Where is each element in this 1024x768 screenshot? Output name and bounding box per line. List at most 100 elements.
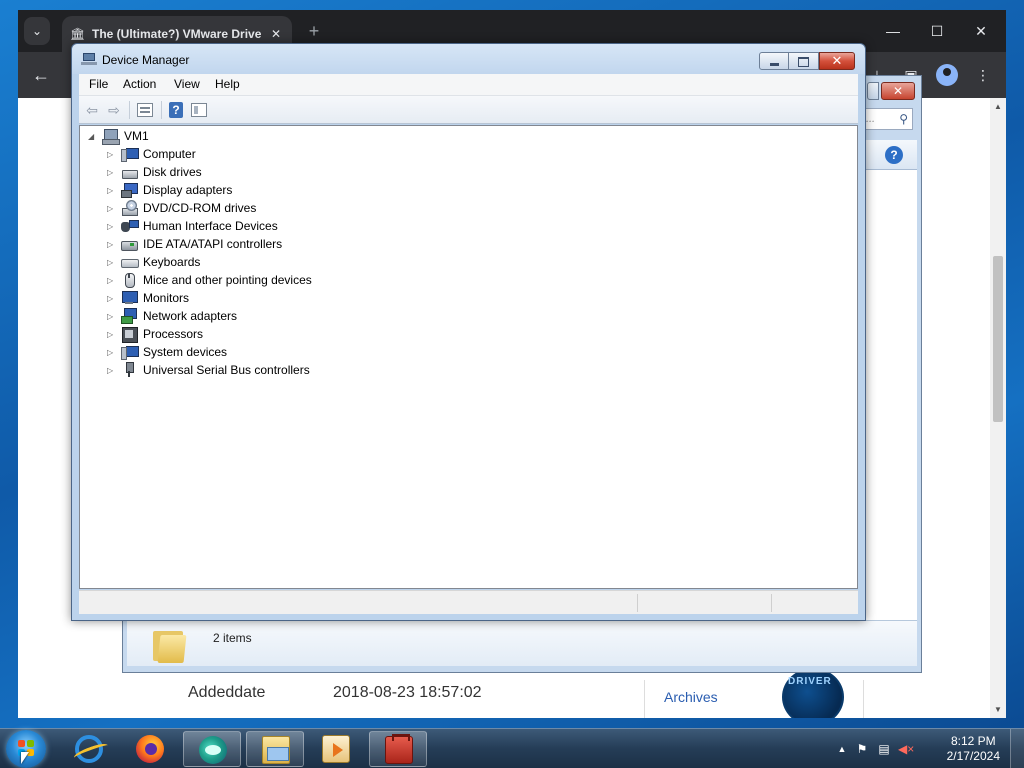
device-category-row[interactable]: ▷ IDE ATA/ATAPI controllers — [107, 235, 282, 253]
expand-triangle-icon[interactable]: ▷ — [107, 204, 117, 213]
taskbar-app[interactable] — [246, 731, 304, 767]
device-category-label: Display adapters — [143, 183, 233, 197]
monitor-icon — [121, 290, 138, 306]
mouse-icon — [121, 272, 137, 288]
taskbar-app[interactable] — [183, 731, 241, 767]
menu-help[interactable]: Help — [211, 77, 244, 91]
window-close-button[interactable]: ✕ — [958, 18, 1004, 44]
device-category-label: Universal Serial Bus controllers — [143, 363, 310, 377]
status-pane — [771, 594, 859, 612]
show-hidden-icons-icon[interactable]: ▲ — [834, 741, 850, 757]
device-category-label: IDE ATA/ATAPI controllers — [143, 237, 283, 251]
device-manager-window: Device Manager ✕ File Action View Help ⇦… — [71, 43, 866, 621]
title-bar[interactable]: Device Manager ✕ — [72, 44, 865, 74]
archives-link[interactable]: Archives — [664, 689, 718, 705]
status-pane — [637, 594, 771, 612]
expand-triangle-icon[interactable]: ▷ — [107, 222, 117, 231]
device-category-row[interactable]: ▷ System devices — [107, 343, 227, 361]
volume-muted-icon[interactable]: ◀× — [898, 741, 914, 757]
processor-icon — [121, 326, 138, 343]
tab-search-button[interactable]: ⌄ — [24, 17, 50, 45]
device-category-row[interactable]: ▷ Keyboards — [107, 253, 200, 271]
window-title: Device Manager — [102, 53, 190, 67]
help-icon[interactable]: ? — [885, 146, 903, 164]
taskbar-app[interactable] — [60, 731, 118, 767]
scroll-down-icon[interactable]: ▼ — [994, 705, 1002, 714]
device-category-row[interactable]: ▷ Network adapters — [107, 307, 237, 325]
action-center-flag-icon[interactable]: ⚑ — [854, 741, 870, 757]
chevron-down-icon: ⌄ — [31, 24, 43, 38]
window-minimize-button[interactable]: — — [870, 18, 916, 44]
expand-triangle-icon[interactable]: ▷ — [107, 276, 117, 285]
tree-root[interactable]: ◢ VM1 — [88, 127, 149, 145]
device-category-row[interactable]: ▷ Computer — [107, 145, 196, 163]
minimize-button[interactable] — [759, 52, 789, 70]
explorer-close-button[interactable]: ✕ — [881, 82, 915, 100]
computer-root-icon — [102, 128, 120, 145]
device-category-row[interactable]: ▷ DVD/CD-ROM drives — [107, 199, 256, 217]
dvd-drive-icon — [121, 200, 138, 216]
taskbar-app[interactable] — [369, 731, 427, 767]
device-category-row[interactable]: ▷ Monitors — [107, 289, 189, 307]
scroll-thumb[interactable] — [993, 256, 1003, 422]
folder-icon — [151, 627, 187, 663]
device-category-row[interactable]: ▷ Universal Serial Bus controllers — [107, 361, 310, 379]
search-icon[interactable]: ⚲ — [899, 112, 908, 126]
expand-triangle-icon[interactable]: ▷ — [107, 294, 117, 303]
expand-triangle-icon[interactable]: ▷ — [107, 150, 117, 159]
root-label: VM1 — [124, 129, 149, 143]
more-menu-icon[interactable]: ⋮ — [972, 64, 994, 86]
firefox-icon — [136, 735, 164, 763]
expand-triangle-icon[interactable]: ▷ — [107, 312, 117, 321]
show-hide-console-tree-icon[interactable] — [137, 103, 153, 117]
taskbar-app[interactable] — [121, 731, 179, 767]
scroll-up-icon[interactable]: ▲ — [994, 102, 1002, 111]
disk-drive-icon — [121, 164, 138, 180]
maximize-button[interactable] — [789, 52, 819, 70]
expand-triangle-icon[interactable]: ▷ — [107, 168, 117, 177]
device-manager-icon — [81, 53, 97, 65]
taskbar-app[interactable] — [307, 731, 365, 767]
close-button[interactable]: ✕ — [819, 52, 855, 70]
device-category-row[interactable]: ▷ Display adapters — [107, 181, 232, 199]
device-category-label: System devices — [143, 345, 228, 359]
maximize-icon — [789, 53, 818, 69]
properties-icon[interactable] — [191, 103, 207, 117]
page-scrollbar[interactable]: ▲ ▼ — [990, 98, 1006, 718]
tab-close-icon[interactable]: ✕ — [268, 27, 284, 41]
device-category-row[interactable]: ▷ Processors — [107, 325, 203, 343]
menu-view[interactable]: View — [170, 77, 204, 91]
expand-triangle-icon[interactable]: ▷ — [107, 366, 117, 375]
network-icon[interactable]: ▤ — [876, 741, 892, 757]
menu-action[interactable]: Action — [119, 77, 160, 91]
device-category-row[interactable]: ▷ Mice and other pointing devices — [107, 271, 312, 289]
menu-file[interactable]: File — [85, 77, 112, 91]
keyboard-icon — [121, 254, 139, 270]
media-player-icon — [322, 735, 350, 763]
explorer-details-pane: 2 items — [127, 620, 917, 666]
back-button[interactable]: ← — [28, 62, 54, 88]
expand-triangle-icon[interactable]: ▷ — [107, 348, 117, 357]
edge-icon — [199, 736, 227, 764]
menu-bar: File Action View Help — [79, 74, 858, 96]
forward-arrow-icon[interactable]: ⇨ — [105, 102, 123, 118]
device-category-row[interactable]: ▷ Disk drives — [107, 163, 202, 181]
profile-avatar-icon[interactable] — [936, 64, 958, 86]
help-icon[interactable]: ? — [169, 102, 183, 118]
explorer-maximize-button[interactable] — [867, 82, 879, 100]
expand-triangle-icon[interactable]: ▷ — [107, 240, 117, 249]
collapse-triangle-icon[interactable]: ◢ — [88, 132, 98, 141]
clock[interactable]: 8:12 PM 2/17/2024 — [947, 734, 1000, 764]
new-tab-button[interactable]: + — [302, 20, 326, 44]
show-desktop-button[interactable] — [1010, 729, 1024, 768]
clock-time: 8:12 PM — [950, 734, 996, 748]
items-count: 2 items — [213, 631, 252, 645]
window-maximize-button[interactable]: ☐ — [914, 18, 960, 44]
system-devices-icon — [121, 344, 139, 360]
expand-triangle-icon[interactable]: ▷ — [107, 330, 117, 339]
driver-logo: DRIVER — [782, 668, 844, 718]
device-category-row[interactable]: ▷ Human Interface Devices — [107, 217, 278, 235]
expand-triangle-icon[interactable]: ▷ — [107, 258, 117, 267]
back-arrow-icon[interactable]: ⇦ — [83, 102, 101, 118]
expand-triangle-icon[interactable]: ▷ — [107, 186, 117, 195]
